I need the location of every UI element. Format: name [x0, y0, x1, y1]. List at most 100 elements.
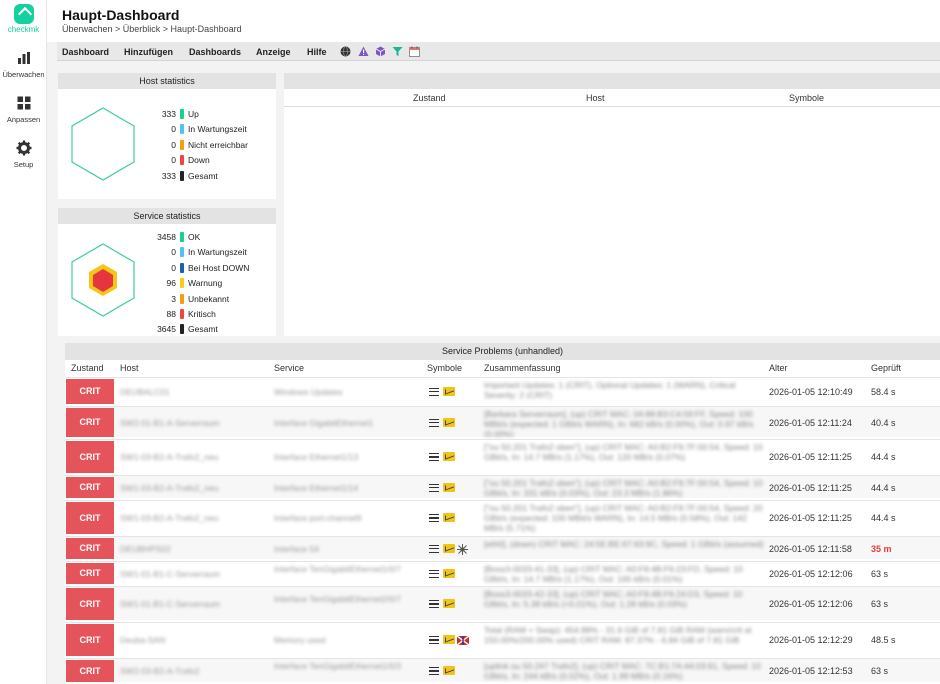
- stat-row[interactable]: 0 Bei Host DOWN: [138, 262, 268, 274]
- menu-icon[interactable]: [429, 418, 439, 427]
- menu-icon[interactable]: [429, 387, 439, 396]
- stat-row[interactable]: 0 Down: [138, 154, 268, 166]
- state-badge-crit[interactable]: CRIT: [66, 624, 114, 656]
- stat-row[interactable]: 333 Up: [138, 108, 268, 120]
- stat-row[interactable]: 0 In Wartungszeit: [138, 123, 268, 135]
- cube-icon[interactable]: [375, 46, 386, 57]
- graph-icon[interactable]: [443, 543, 455, 553]
- table-row[interactable]: CRIT DEUBHPS02 Interface 54 [eth0], (down) …: [65, 536, 940, 559]
- checkmk-logo[interactable]: checkmk: [0, 4, 47, 34]
- menu-icon[interactable]: [429, 453, 439, 461]
- table-row[interactable]: CRIT DEUBALC01 Windows Updates Important Up…: [65, 377, 940, 404]
- host-link[interactable]: SW2-03-B2-A-Trafo2: [120, 666, 265, 676]
- column-geprueft[interactable]: Geprüft: [871, 363, 901, 373]
- menu-dashboard[interactable]: Dashboard: [62, 47, 109, 57]
- service-link[interactable]: Interface TenGigabitEthernet1/0/7: [274, 564, 419, 574]
- service-link[interactable]: Interface 54: [274, 544, 419, 554]
- filter-icon[interactable]: [392, 46, 403, 57]
- service-link[interactable]: Interface Ethernet1/13: [274, 452, 419, 462]
- graph-icon[interactable]: [443, 513, 455, 522]
- graph-icon[interactable]: [443, 599, 455, 608]
- state-badge-crit[interactable]: CRIT: [66, 502, 114, 534]
- graph-icon[interactable]: [443, 482, 455, 492]
- column-service[interactable]: Service: [274, 363, 304, 373]
- sidebar-item-anpassen[interactable]: Anpassen: [0, 95, 47, 124]
- state-badge-crit[interactable]: CRIT: [66, 660, 114, 682]
- table-row[interactable]: CRIT SW1-03-B2-A-Trafo2_neu Interface port…: [65, 500, 940, 534]
- stat-row[interactable]: 3645 Gesamt: [138, 323, 268, 335]
- host-link[interactable]: SW1-03-B2-A-Trafo2_neu: [120, 452, 265, 462]
- state-badge-crit[interactable]: CRIT: [66, 408, 114, 437]
- host-link[interactable]: SW2-01-B1-A-Serverraum: [120, 418, 265, 428]
- state-badge-crit[interactable]: CRIT: [66, 588, 114, 620]
- table-row[interactable]: CRIT SW1-01-B1-C-Serverraum Interface TenG…: [65, 586, 940, 620]
- host-link[interactable]: SW1-01-B1-C-Serverraum: [120, 599, 265, 609]
- stat-row[interactable]: 3458 OK: [138, 231, 268, 243]
- host-link[interactable]: SW1-03-B2-A-Trafo2_neu: [120, 483, 265, 493]
- menu-icon[interactable]: [429, 544, 439, 553]
- column-host[interactable]: Host: [120, 363, 139, 373]
- graph-icon[interactable]: [443, 635, 455, 644]
- column-symbole[interactable]: Symbole: [789, 93, 824, 103]
- column-zusammenfassung[interactable]: Zusammenfassung: [484, 363, 561, 373]
- sidebar-item-ueberwachen[interactable]: Überwachen: [0, 50, 47, 79]
- table-row[interactable]: CRIT SW2-03-B2-A-Trafo2 Interface TenGigab…: [65, 658, 940, 682]
- service-link[interactable]: Interface Ethernet1/14: [274, 483, 419, 493]
- menu-icon[interactable]: [429, 636, 439, 644]
- menu-icon[interactable]: [429, 569, 439, 578]
- service-link[interactable]: Interface GigabitEthernet1: [274, 418, 419, 428]
- globe-icon[interactable]: [340, 46, 351, 57]
- stat-row[interactable]: 88 Kritisch: [138, 308, 268, 320]
- warning-triangle-icon[interactable]: [358, 46, 369, 57]
- service-link[interactable]: Interface TenGigabitEthernet2/0/7: [274, 594, 419, 604]
- flag-icon[interactable]: [457, 635, 469, 646]
- stat-row[interactable]: 0 Nicht erreichbar: [138, 139, 268, 151]
- state-badge-crit[interactable]: CRIT: [66, 563, 114, 584]
- service-link[interactable]: Windows Updates: [274, 387, 419, 397]
- network-icon[interactable]: [457, 543, 468, 555]
- column-zustand[interactable]: Zustand: [413, 93, 446, 103]
- state-badge-crit[interactable]: CRIT: [66, 441, 114, 473]
- table-row[interactable]: CRIT Deuba-SAN Memory used Total (RAM + Swa…: [65, 622, 940, 656]
- menu-icon[interactable]: [429, 483, 439, 492]
- service-hexagon-chart[interactable]: [70, 242, 136, 318]
- stat-row[interactable]: 0 In Wartungszeit: [138, 246, 268, 258]
- graph-icon[interactable]: [443, 568, 455, 578]
- column-symbole[interactable]: Symbole: [427, 363, 462, 373]
- column-host[interactable]: Host: [586, 93, 605, 103]
- table-row[interactable]: CRIT SW1-03-B2-A-Trafo2_neu Interface Ethe…: [65, 439, 940, 473]
- menu-dashboards[interactable]: Dashboards: [189, 47, 241, 57]
- host-link[interactable]: DEUBALC01: [120, 387, 265, 397]
- menu-icon[interactable]: [429, 514, 439, 522]
- service-link[interactable]: Interface port-channel9: [274, 513, 419, 523]
- graph-icon[interactable]: [443, 386, 455, 396]
- column-zustand[interactable]: Zustand: [71, 363, 104, 373]
- stat-row[interactable]: 3 Unbekannt: [138, 293, 268, 305]
- stat-row[interactable]: 333 Gesamt: [138, 170, 268, 182]
- graph-icon[interactable]: [443, 666, 455, 675]
- menu-hinzufuegen[interactable]: Hinzufügen: [124, 47, 173, 57]
- state-badge-crit[interactable]: CRIT: [66, 477, 114, 498]
- sidebar-item-setup[interactable]: Setup: [0, 140, 47, 169]
- host-link[interactable]: Deuba-SAN: [120, 635, 265, 645]
- breadcrumb[interactable]: Überwachen > Überblick > Haupt-Dashboard: [62, 24, 242, 34]
- graph-icon[interactable]: [443, 417, 455, 427]
- service-link[interactable]: Interface TenGigabitEthernet1/0/3: [274, 661, 419, 671]
- table-row[interactable]: CRIT SW1-01-B1-C-Serverraum Interface TenG…: [65, 561, 940, 584]
- menu-anzeige[interactable]: Anzeige: [256, 47, 291, 57]
- state-badge-crit[interactable]: CRIT: [66, 379, 114, 404]
- menu-icon[interactable]: [429, 600, 439, 608]
- table-row[interactable]: CRIT SW2-01-B1-A-Serverraum Interface Giga…: [65, 406, 940, 437]
- host-link[interactable]: SW1-01-B1-C-Serverraum: [120, 569, 265, 579]
- table-row[interactable]: CRIT SW1-03-B2-A-Trafo2_neu Interface Ethe…: [65, 475, 940, 498]
- column-alter[interactable]: Alter: [769, 363, 788, 373]
- service-link[interactable]: Memory used: [274, 635, 419, 645]
- host-link[interactable]: SW1-03-B2-A-Trafo2_neu: [120, 513, 265, 523]
- host-link[interactable]: DEUBHPS02: [120, 544, 265, 554]
- menu-icon[interactable]: [429, 667, 439, 675]
- graph-icon[interactable]: [443, 452, 455, 461]
- calendar-icon[interactable]: [409, 46, 420, 57]
- menu-hilfe[interactable]: Hilfe: [307, 47, 327, 57]
- host-hexagon-chart[interactable]: [70, 106, 136, 182]
- stat-row[interactable]: 96 Warnung: [138, 277, 268, 289]
